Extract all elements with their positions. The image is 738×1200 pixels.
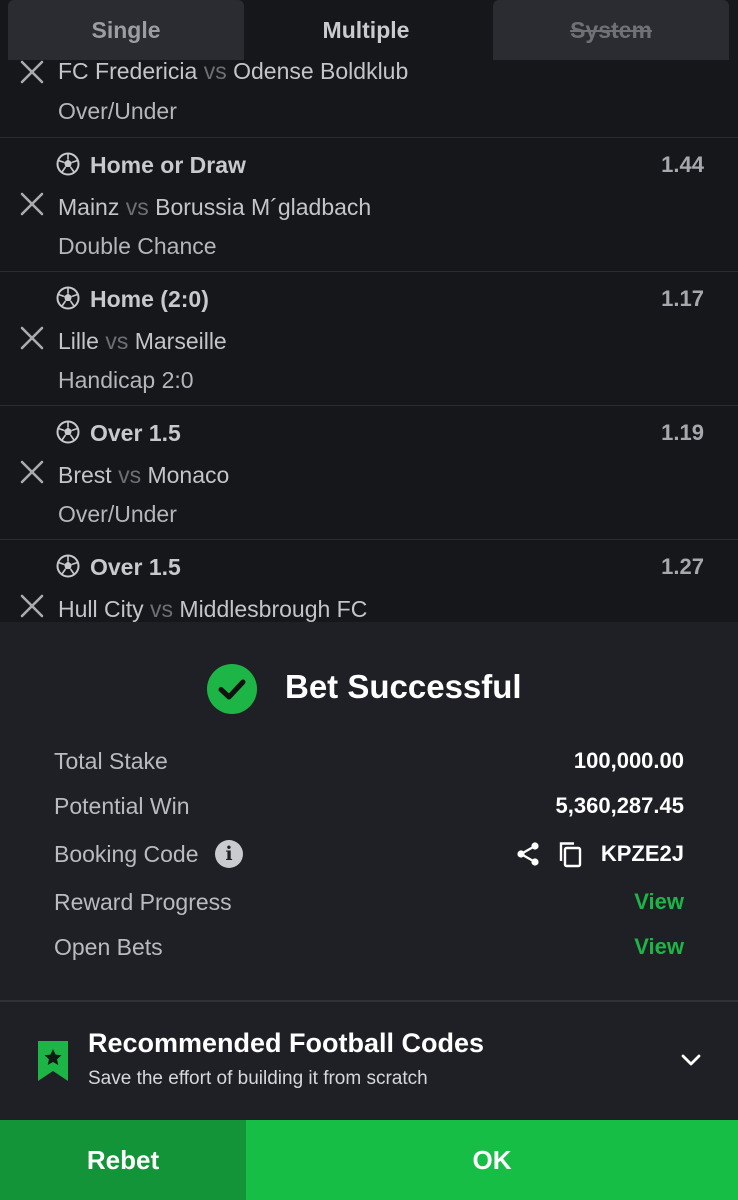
vs-label: vs [118,462,142,488]
bet-selection: Home or Draw 1.44 Mainz vs Borussia M´gl… [0,138,738,272]
open-bets-row: Open Bets View [54,930,684,964]
tab-single[interactable]: Single [8,0,244,60]
rebet-button[interactable]: Rebet [0,1120,246,1200]
remove-selection-icon[interactable] [18,190,46,218]
reward-progress-row: Reward Progress View [54,885,684,919]
match-name: Brest vs Monaco [58,462,229,489]
booking-code-label: Booking Code [54,841,199,867]
football-icon [56,286,80,310]
away-team: Odense Boldklub [233,60,409,84]
match-name: Lille vs Marseille [58,328,227,355]
open-bets-label: Open Bets [54,934,163,960]
vs-label: vs [105,328,129,354]
chevron-down-icon[interactable] [678,1047,704,1073]
vs-label: vs [203,60,227,84]
home-team: Hull City [58,596,144,622]
market-name: Over/Under [58,501,177,527]
home-team: Lille [58,328,99,354]
remove-selection-icon[interactable] [18,324,46,352]
tab-system[interactable]: System [493,0,729,60]
away-team: Borussia M´gladbach [155,194,372,220]
away-team: Marseille [134,328,227,354]
vs-label: vs [125,194,149,220]
potential-win-value: 5,360,287.45 [555,793,684,818]
away-team: Middlesbrough FC [179,596,368,622]
bet-selection: Home (2:0) 1.17 Lille vs Marseille Handi… [0,272,738,406]
remove-selection-icon[interactable] [18,458,46,486]
football-icon [56,554,80,578]
success-title: Bet Successful [285,668,522,705]
tab-multiple[interactable]: Multiple [246,0,486,60]
bet-selection: FC Fredericia vs Odense Boldklub Over/Un… [0,60,738,138]
reward-progress-view-link[interactable]: View [634,889,684,915]
market-name: Handicap 2:0 [58,367,194,393]
total-stake-label: Total Stake [54,748,168,774]
market-name: Double Chance [58,233,217,259]
bet-selection: Over 1.5 1.19 Brest vs Monaco Over/Under [0,406,738,540]
booking-code-row: Booking Code i KPZE2J [54,837,684,871]
pick-name: Home (2:0) [90,286,209,312]
copy-icon[interactable] [556,840,584,868]
match-name: Hull City vs Middlesbrough FC [58,596,367,622]
odds-value: 1.19 [661,420,704,445]
bet-type-tabs: Single Multiple System [0,0,738,60]
total-stake-row: Total Stake 100,000.00 [54,744,684,778]
potential-win-label: Potential Win [54,793,190,819]
bet-selection: Over 1.5 1.27 Hull City vs Middlesbrough… [0,540,738,622]
remove-selection-icon[interactable] [18,60,46,86]
home-team: FC Fredericia [58,60,198,84]
vs-label: vs [150,596,174,622]
odds-value: 1.44 [661,152,704,177]
recommended-subtitle: Save the effort of building it from scra… [88,1068,428,1089]
football-icon [56,420,80,444]
odds-value: 1.17 [661,286,704,311]
share-icon[interactable] [514,840,542,868]
recommended-title: Recommended Football Codes [88,1028,485,1058]
market-name: Over/Under [58,98,177,124]
match-name: FC Fredericia vs Odense Boldklub [58,60,408,85]
bet-result-panel: Bet Successful Total Stake 100,000.00 Po… [0,622,738,1000]
remove-selection-icon[interactable] [18,592,46,620]
recommended-codes-banner[interactable]: Recommended Football Codes Save the effo… [0,1002,738,1120]
bet-selections-list: FC Fredericia vs Odense Boldklub Over/Un… [0,60,738,622]
match-name: Mainz vs Borussia M´gladbach [58,194,371,221]
football-icon [56,152,80,176]
pick-name: Over 1.5 [90,420,181,446]
bookmark-star-icon [36,1039,70,1083]
success-check-icon [207,664,257,714]
reward-progress-label: Reward Progress [54,889,232,915]
booking-code-value[interactable]: KPZE2J [601,841,684,867]
success-header: Bet Successful [0,662,738,714]
info-icon[interactable]: i [215,840,243,868]
away-team: Monaco [147,462,230,488]
pick-name: Over 1.5 [90,554,181,580]
potential-win-row: Potential Win 5,360,287.45 [54,789,684,823]
pick-name: Home or Draw [90,152,246,178]
home-team: Mainz [58,194,120,220]
odds-value: 1.27 [661,554,704,579]
total-stake-value: 100,000.00 [573,748,684,773]
ok-button[interactable]: OK [246,1120,738,1200]
open-bets-view-link[interactable]: View [634,934,684,960]
home-team: Brest [58,462,112,488]
